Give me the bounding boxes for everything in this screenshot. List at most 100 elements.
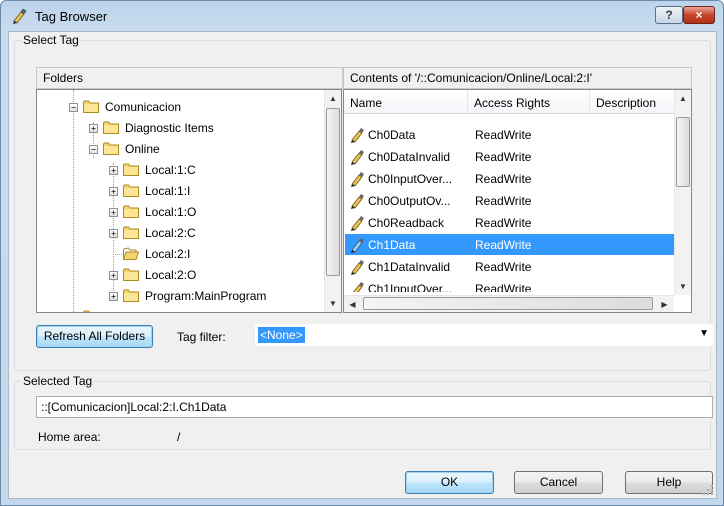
refresh-all-folders-button[interactable]: Refresh All Folders: [36, 325, 153, 348]
dialog-client-area: Select Tag Folders Contents of '/::Comun…: [8, 31, 717, 499]
tag-row[interactable]: Ch0InputOver... ReadWrite: [345, 168, 688, 189]
tag-row[interactable]: Ch0OutputOv... ReadWrite: [345, 190, 688, 211]
tree-item-local-1-o[interactable]: + Local:1:O: [37, 203, 317, 222]
collapse-icon[interactable]: −: [89, 145, 98, 154]
folder-icon: [103, 121, 119, 134]
title-help-button[interactable]: ?: [655, 6, 683, 24]
tree-item-label: Diagnostic Items: [125, 121, 214, 135]
select-tag-group-label: Select Tag: [21, 33, 81, 47]
tree-item-local-1-c[interactable]: + Local:1:C: [37, 161, 317, 180]
tag-pencil-icon: [351, 194, 364, 209]
expand-icon[interactable]: +: [109, 166, 118, 175]
tree-item-diagnostic-items[interactable]: + Diagnostic Items: [37, 119, 317, 138]
chevron-down-icon[interactable]: ▼: [699, 328, 709, 339]
resize-grip-icon[interactable]: [702, 484, 714, 496]
tag-pencil-icon: [351, 128, 364, 143]
tag-contents-list[interactable]: Name Access Rights Description Ch0Data R…: [343, 89, 692, 313]
tag-access: ReadWrite: [475, 216, 532, 230]
expand-icon[interactable]: +: [109, 229, 118, 238]
title-close-button[interactable]: ×: [683, 6, 715, 24]
tag-pencil-icon: [351, 216, 364, 231]
tree-item-label: Local:1:C: [145, 163, 196, 177]
tag-filter-combo[interactable]: <None> ▼: [255, 324, 713, 346]
tag-name: Ch1Data: [368, 238, 416, 252]
tree-item-label: Local:2:O: [145, 268, 197, 282]
collapse-icon[interactable]: −: [69, 103, 78, 112]
column-header-name[interactable]: Name: [344, 90, 468, 114]
tag-row-selected[interactable]: Ch1Data ReadWrite: [345, 234, 688, 255]
scroll-down-icon[interactable]: ▼: [675, 278, 691, 295]
contents-vscrollbar[interactable]: ▲ ▼: [674, 90, 691, 295]
folder-icon: [123, 268, 139, 281]
tag-access: ReadWrite: [475, 282, 532, 292]
folder-icon: [123, 184, 139, 197]
scroll-thumb[interactable]: [676, 117, 690, 187]
folder-icon: [83, 310, 90, 312]
tag-access: ReadWrite: [475, 194, 532, 208]
expand-icon[interactable]: +: [109, 271, 118, 280]
selected-tag-group-label: Selected Tag: [21, 374, 95, 388]
tree-item-label: Program:MainProgram: [145, 289, 267, 303]
folder-tree-vscrollbar[interactable]: ▲ ▼: [324, 90, 341, 312]
selected-tag-field[interactable]: ::[Comunicacion]Local:2:I.Ch1Data: [36, 396, 713, 418]
home-area-value: /: [177, 430, 181, 444]
folder-icon: [123, 289, 139, 302]
tag-row[interactable]: Ch1DataInvalid ReadWrite: [345, 256, 688, 277]
tag-pencil-icon: [351, 150, 364, 165]
tag-access: ReadWrite: [475, 238, 532, 252]
column-header-access-rights[interactable]: Access Rights: [468, 90, 590, 114]
window-title: Tag Browser: [35, 9, 108, 24]
tag-filter-value: <None>: [258, 327, 305, 343]
scroll-thumb[interactable]: [326, 108, 340, 276]
tree-item-local-1-i[interactable]: + Local:1:I: [37, 182, 317, 201]
tree-item-partial[interactable]: [37, 308, 317, 312]
folder-icon: [83, 100, 99, 113]
tag-row[interactable]: Ch1InputOver... ReadWrite: [345, 278, 688, 292]
ok-button[interactable]: OK: [405, 471, 494, 494]
tag-row[interactable]: Ch0Data ReadWrite: [345, 124, 688, 145]
contents-hscrollbar[interactable]: ◀ ▶: [344, 295, 674, 312]
folder-icon: [123, 226, 139, 239]
tree-item-local-2-c[interactable]: + Local:2:C: [37, 224, 317, 243]
expand-icon[interactable]: +: [109, 292, 118, 301]
title-bar[interactable]: Tag Browser ? ×: [1, 1, 723, 31]
expand-icon[interactable]: +: [109, 208, 118, 217]
tag-pencil-icon: [13, 8, 27, 24]
tag-row[interactable]: Ch0DataInvalid ReadWrite: [345, 146, 688, 167]
column-header-description[interactable]: Description: [590, 90, 675, 114]
tag-access: ReadWrite: [475, 150, 532, 164]
tag-access: ReadWrite: [475, 172, 532, 186]
tag-name: Ch0OutputOv...: [368, 194, 451, 208]
tag-name: Ch0InputOver...: [368, 172, 453, 186]
tag-pencil-icon: [351, 238, 364, 253]
tree-item-label: Local:1:I: [145, 184, 191, 198]
tag-pencil-icon: [353, 282, 364, 292]
tree-item-comunicacion[interactable]: − Comunicacion: [37, 98, 317, 117]
folder-tree[interactable]: − Comunicacion + Diagnostic Items − Onli…: [36, 89, 342, 313]
tree-item-label: Local:1:O: [145, 205, 197, 219]
tag-row[interactable]: Ch0Readback ReadWrite: [345, 212, 688, 233]
open-folder-icon: [123, 247, 139, 260]
scroll-left-icon[interactable]: ◀: [344, 296, 361, 312]
contents-header: Contents of '/::Comunicacion/Online/Loca…: [343, 67, 692, 89]
tag-pencil-icon: [351, 172, 364, 187]
tag-pencil-icon: [351, 260, 364, 275]
help-button[interactable]: Help: [625, 471, 713, 494]
tree-item-program-mainprogram[interactable]: + Program:MainProgram: [37, 287, 317, 306]
scroll-up-icon[interactable]: ▲: [675, 90, 691, 107]
scroll-thumb[interactable]: [363, 297, 653, 310]
tree-item-local-2-i[interactable]: Local:2:I: [37, 245, 317, 264]
scroll-up-icon[interactable]: ▲: [325, 90, 341, 107]
tree-item-online[interactable]: − Online: [37, 140, 317, 159]
expand-icon[interactable]: +: [109, 187, 118, 196]
scroll-right-icon[interactable]: ▶: [656, 296, 673, 312]
tree-item-label: Online: [125, 142, 160, 156]
home-area-label: Home area:: [38, 430, 101, 444]
tree-item-local-2-o[interactable]: + Local:2:O: [37, 266, 317, 285]
scroll-down-icon[interactable]: ▼: [325, 295, 341, 312]
expand-icon[interactable]: +: [89, 124, 98, 133]
tag-name: Ch1DataInvalid: [368, 260, 451, 274]
cancel-button[interactable]: Cancel: [514, 471, 603, 494]
folders-header: Folders: [36, 67, 343, 89]
tag-browser-window: Tag Browser ? × Select Tag Folders Conte…: [0, 0, 724, 506]
